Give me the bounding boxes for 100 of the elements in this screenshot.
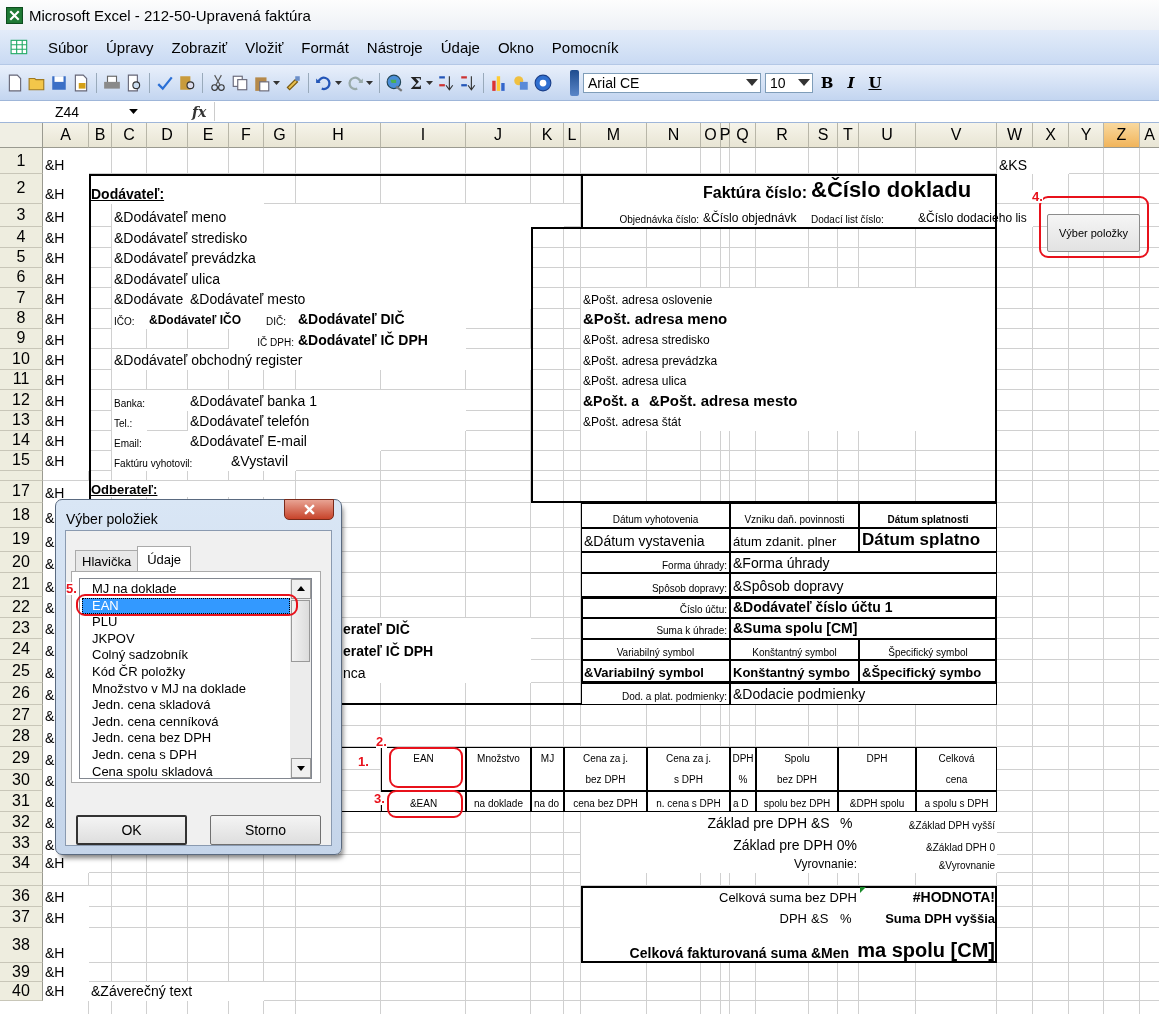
paintbrush-icon[interactable]: [284, 73, 302, 92]
format-button[interactable]: I: [841, 73, 862, 92]
row-header[interactable]: 36: [0, 885, 43, 907]
function-label[interactable]: fx: [192, 103, 207, 120]
column-header[interactable]: M: [581, 123, 647, 148]
printer-icon[interactable]: [103, 73, 121, 92]
column-header[interactable]: B: [89, 123, 112, 148]
column-header[interactable]: I: [381, 123, 466, 148]
column-header[interactable]: N: [647, 123, 701, 148]
dialog-button[interactable]: Storno: [210, 815, 321, 845]
menu-item[interactable]: Formát: [293, 36, 357, 58]
row-header[interactable]: 13: [0, 410, 43, 431]
workbook-icon[interactable]: [10, 38, 30, 56]
page-lock-icon[interactable]: [72, 73, 90, 92]
sort-descending-icon[interactable]: [459, 73, 478, 92]
row-header[interactable]: 2: [0, 174, 43, 204]
column-header[interactable]: C: [112, 123, 147, 148]
column-header[interactable]: E: [188, 123, 229, 148]
column-header[interactable]: Z: [1104, 123, 1140, 148]
column-header[interactable]: S: [809, 123, 838, 148]
row-header[interactable]: 1: [0, 148, 43, 174]
row-header[interactable]: 26: [0, 682, 43, 705]
format-button[interactable]: U: [865, 73, 886, 92]
column-header[interactable]: J: [466, 123, 531, 148]
row-header[interactable]: 32: [0, 811, 43, 833]
column-header[interactable]: X: [1033, 123, 1069, 148]
scissors-icon[interactable]: [209, 73, 227, 92]
column-header[interactable]: A: [43, 123, 89, 148]
font-size-dropdown[interactable]: 10: [765, 72, 814, 93]
row-header[interactable]: 15: [0, 450, 43, 471]
row-header[interactable]: 8: [0, 308, 43, 329]
scroll-down-icon[interactable]: [290, 758, 311, 778]
menu-item[interactable]: Úpravy: [98, 36, 162, 58]
row-header[interactable]: 5: [0, 247, 43, 268]
caret-icon[interactable]: [796, 79, 813, 86]
column-header[interactable]: U: [859, 123, 916, 148]
scrollbar[interactable]: [290, 579, 311, 778]
two-pages-icon[interactable]: [231, 73, 249, 92]
scroll-thumb[interactable]: [291, 600, 310, 662]
row-header[interactable]: 25: [0, 660, 43, 683]
dialog-button[interactable]: OK: [76, 815, 187, 845]
caret-icon[interactable]: [273, 80, 280, 85]
row-header[interactable]: 29: [0, 747, 43, 770]
column-header[interactable]: V: [916, 123, 997, 148]
format-button[interactable]: B: [817, 73, 838, 92]
menu-item[interactable]: Údaje: [432, 36, 488, 58]
caret-icon[interactable]: [426, 80, 434, 85]
row-header[interactable]: 12: [0, 389, 43, 411]
row-header[interactable]: 14: [0, 430, 43, 451]
column-header[interactable]: R: [756, 123, 809, 148]
column-header[interactable]: K: [531, 123, 564, 148]
row-header[interactable]: 19: [0, 527, 43, 552]
row-header[interactable]: 23: [0, 617, 43, 639]
row-header[interactable]: 33: [0, 832, 43, 855]
sort-ascending-icon[interactable]: [437, 73, 456, 92]
row-header[interactable]: 24: [0, 638, 43, 660]
row-header[interactable]: 10: [0, 349, 43, 370]
caret-icon[interactable]: [335, 80, 342, 85]
select-items-button[interactable]: Výber položky: [1047, 214, 1140, 252]
column-header[interactable]: O: [701, 123, 721, 148]
menu-item[interactable]: Pomocník: [543, 36, 627, 58]
name-box[interactable]: Z44: [43, 102, 146, 121]
font-dropdown[interactable]: Arial CE: [583, 72, 762, 93]
menu-item[interactable]: Okno: [489, 36, 542, 58]
row-header[interactable]: 30: [0, 769, 43, 791]
scroll-up-icon[interactable]: [290, 579, 311, 599]
column-header[interactable]: L: [564, 123, 581, 148]
blank-page-icon[interactable]: [6, 73, 24, 92]
toolbar-grip[interactable]: [570, 69, 580, 96]
row-header[interactable]: 27: [0, 704, 43, 726]
row-header[interactable]: 18: [0, 502, 43, 528]
column-header[interactable]: W: [997, 123, 1033, 148]
tab[interactable]: Údaje: [137, 546, 192, 572]
row-header[interactable]: 21: [0, 573, 43, 597]
caret-icon[interactable]: [366, 80, 373, 85]
row-header[interactable]: 3: [0, 203, 43, 227]
menu-item[interactable]: Vložiť: [237, 36, 292, 58]
row-header[interactable]: 22: [0, 596, 43, 618]
row-header[interactable]: 20: [0, 551, 43, 573]
close-button[interactable]: [284, 499, 334, 520]
column-header[interactable]: T: [838, 123, 859, 148]
list-item[interactable]: MJ na doklade: [82, 581, 290, 598]
row-header[interactable]: 9: [0, 328, 43, 349]
autosum-button[interactable]: Σ: [408, 72, 425, 93]
row-header[interactable]: 28: [0, 725, 43, 747]
column-header[interactable]: Q: [730, 123, 756, 148]
column-header[interactable]: Y: [1069, 123, 1104, 148]
column-header[interactable]: H: [296, 123, 381, 148]
menu-item[interactable]: Súbor: [40, 36, 97, 58]
column-header[interactable]: G: [264, 123, 296, 148]
row-header[interactable]: 38: [0, 927, 43, 963]
row-header[interactable]: 4: [0, 226, 43, 248]
row-header[interactable]: 17: [0, 480, 43, 503]
column-header[interactable]: D: [147, 123, 188, 148]
row-header[interactable]: 37: [0, 906, 43, 928]
row-header[interactable]: 11: [0, 369, 43, 390]
row-header[interactable]: 31: [0, 790, 43, 812]
menu-item[interactable]: Nástroje: [358, 36, 431, 58]
tab[interactable]: Hlavička: [75, 550, 139, 572]
row-header[interactable]: 6: [0, 267, 43, 288]
